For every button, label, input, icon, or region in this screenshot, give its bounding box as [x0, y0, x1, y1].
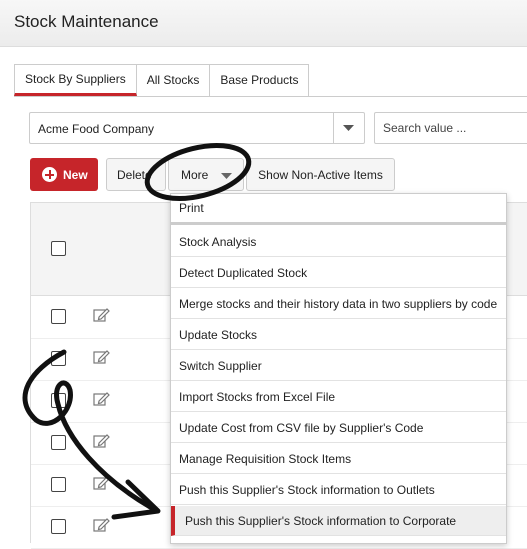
tab-bar: Stock By Suppliers All Stocks Base Produ… [14, 64, 310, 96]
tab-all-stocks[interactable]: All Stocks [136, 64, 211, 96]
row-checkbox[interactable] [51, 393, 66, 408]
menu-item-detect-duplicated-stock[interactable]: Detect Duplicated Stock [171, 258, 506, 288]
chevron-down-icon [343, 125, 354, 131]
row-checkbox[interactable] [51, 351, 66, 366]
search-input[interactable] [374, 112, 527, 144]
supplier-select-toggle[interactable] [333, 113, 364, 143]
caret-down-icon [221, 173, 232, 179]
new-button[interactable]: New [30, 158, 98, 191]
menu-item-manage-requisition[interactable]: Manage Requisition Stock Items [171, 444, 506, 474]
menu-item-switch-supplier[interactable]: Switch Supplier [171, 351, 506, 381]
menu-item-merge-stocks[interactable]: Merge stocks and their history data in t… [171, 289, 506, 319]
edit-icon[interactable] [93, 307, 110, 323]
edit-icon[interactable] [93, 391, 110, 407]
menu-item-update-stocks[interactable]: Update Stocks [171, 320, 506, 350]
row-checkbox[interactable] [51, 477, 66, 492]
row-checkbox[interactable] [51, 435, 66, 450]
show-non-active-button[interactable]: Show Non-Active Items [246, 158, 395, 191]
more-dropdown-menu: Print Stock Analysis Detect Duplicated S… [170, 193, 507, 544]
row-checkbox[interactable] [51, 519, 66, 534]
menu-item-stock-analysis[interactable]: Stock Analysis [171, 227, 506, 257]
supplier-select-value: Acme Food Company [38, 122, 155, 136]
menu-item-import-excel[interactable]: Import Stocks from Excel File [171, 382, 506, 412]
menu-item-push-to-corporate[interactable]: Push this Supplier's Stock information t… [171, 506, 506, 536]
row-checkbox[interactable] [51, 309, 66, 324]
tab-divider [14, 96, 527, 97]
delete-button[interactable]: Delete [106, 158, 166, 191]
tab-base-products[interactable]: Base Products [210, 64, 310, 96]
plus-circle-icon [42, 167, 57, 182]
edit-icon[interactable] [93, 517, 110, 533]
more-button[interactable]: More [168, 158, 244, 191]
edit-icon[interactable] [93, 475, 110, 491]
menu-item-print[interactable]: Print [171, 194, 506, 225]
page-header: Stock Maintenance [0, 0, 527, 47]
tab-stock-by-suppliers[interactable]: Stock By Suppliers [14, 64, 137, 96]
more-button-label: More [181, 167, 209, 182]
menu-item-update-cost-csv[interactable]: Update Cost from CSV file by Supplier's … [171, 413, 506, 443]
select-all-checkbox[interactable] [51, 241, 66, 256]
edit-icon[interactable] [93, 349, 110, 365]
menu-item-push-to-outlets[interactable]: Push this Supplier's Stock information t… [171, 475, 506, 505]
page-title: Stock Maintenance [14, 12, 159, 31]
supplier-select[interactable]: Acme Food Company [29, 112, 365, 144]
new-button-label: New [63, 168, 88, 182]
edit-icon[interactable] [93, 433, 110, 449]
